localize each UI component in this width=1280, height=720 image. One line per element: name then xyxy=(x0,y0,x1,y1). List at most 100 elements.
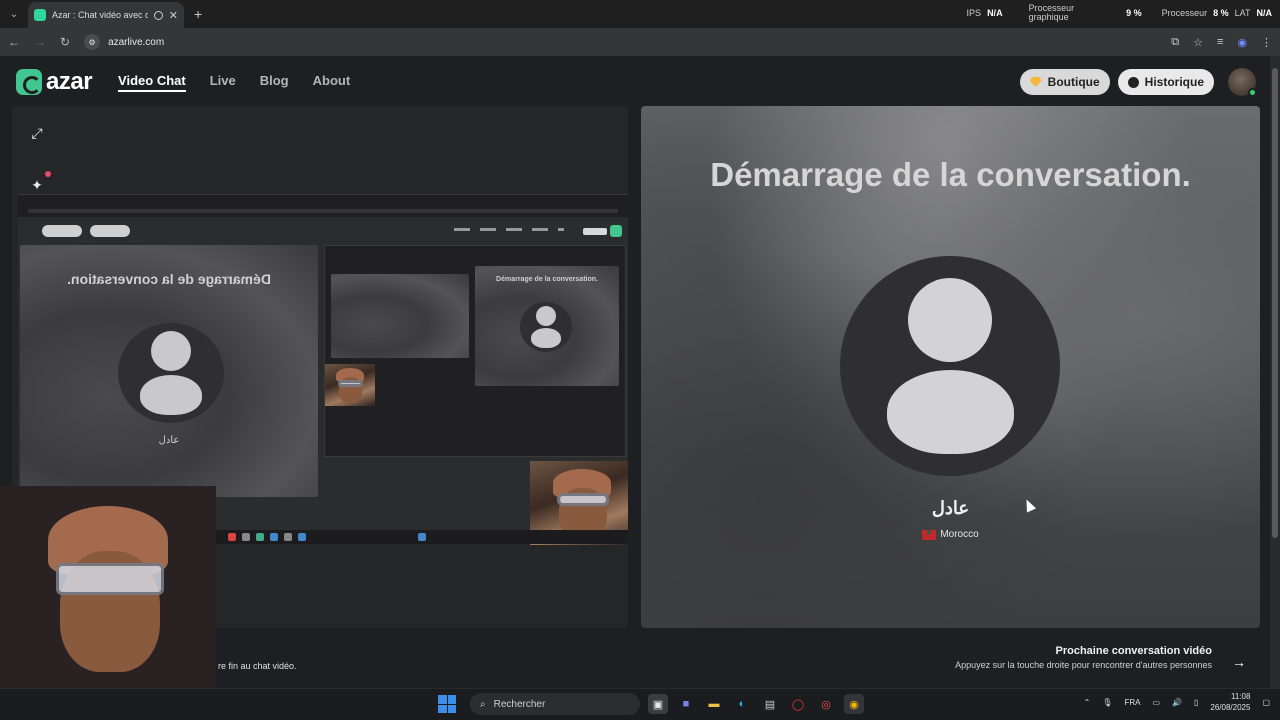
reload-icon[interactable]: ↻ xyxy=(60,35,70,49)
mirrored-nav xyxy=(18,223,628,241)
edge-icon[interactable]: ◐ xyxy=(732,694,752,714)
recording-icon xyxy=(153,10,163,20)
user-avatar[interactable] xyxy=(1228,68,1257,97)
nav-live[interactable]: Live xyxy=(210,73,236,92)
next-arrow-button[interactable]: → xyxy=(1226,649,1252,675)
mirrored-title: Démarrage de la conversation. xyxy=(67,271,271,287)
nav-video-chat[interactable]: Video Chat xyxy=(118,73,186,92)
browser-tab[interactable]: Azar : Chat vidéo avec de n ✕ xyxy=(28,2,184,28)
azar-logo[interactable]: azar xyxy=(16,68,93,96)
tab-search-icon[interactable]: ⌄ xyxy=(0,0,28,28)
mirrored-peer-card: Démarrage de la conversation. عادل xyxy=(20,245,318,497)
notifications-icon[interactable]: ▢ xyxy=(1262,698,1270,707)
end-chat-hint: re fin au chat vidéo. xyxy=(218,661,297,671)
system-clock[interactable]: 11:08 26/08/2025 xyxy=(1210,691,1250,713)
peer-name: عادل xyxy=(931,498,970,518)
nested-screen: Démarrage de la conversation. xyxy=(324,245,626,457)
language-indicator[interactable]: FRA xyxy=(1124,698,1140,707)
nested-avatar xyxy=(520,302,572,352)
taskbar-search[interactable]: ⌕ Rechercher xyxy=(470,693,640,715)
opera-gx-icon[interactable]: ◎ xyxy=(816,694,836,714)
volume-icon[interactable]: 🔊 xyxy=(1172,698,1182,707)
microphone-icon[interactable]: 🎙 xyxy=(1102,698,1112,707)
top-nav: azar Video Chat Live Blog About Boutique… xyxy=(16,68,1257,97)
forward-icon[interactable]: → xyxy=(34,35,46,49)
next-conversation-info: Prochaine conversation vidéo Appuyez sur… xyxy=(955,645,1212,670)
new-tab-icon[interactable]: + xyxy=(194,6,202,22)
battery-icon[interactable]: ▯ xyxy=(1194,698,1198,707)
peer-video-panel: Démarrage de la conversation. عادل Moroc… xyxy=(641,106,1260,628)
historique-button[interactable]: Historique xyxy=(1117,69,1214,95)
clock-time: 11:08 xyxy=(1231,692,1251,701)
network-icon[interactable]: ▭ xyxy=(1152,698,1160,707)
ips-value: N/A xyxy=(987,8,1003,18)
address-bar: ← → ↻ ⚙ azarlive.com ⧉ ☆ ≡ ◉ ⋮ xyxy=(0,28,1280,56)
close-tab-icon[interactable]: ✕ xyxy=(169,9,178,22)
next-conversation-title: Prochaine conversation vidéo xyxy=(1055,645,1213,657)
mirrored-history-pill xyxy=(42,225,82,237)
nav-blog[interactable]: Blog xyxy=(260,73,289,92)
chrome-icon[interactable]: ◉ xyxy=(844,694,864,714)
expand-icon[interactable]: ⤢ xyxy=(28,124,46,142)
cpu-value: 8 % xyxy=(1213,8,1229,18)
page-scrollbar[interactable] xyxy=(1270,56,1280,688)
online-status-dot xyxy=(1248,88,1257,97)
peer-location: Morocco xyxy=(641,528,1260,540)
store-icon[interactable]: ▤ xyxy=(760,694,780,714)
nested-peer-card: Démarrage de la conversation. xyxy=(475,266,619,386)
nested-self-card xyxy=(331,274,469,358)
nested-webcam xyxy=(325,364,375,406)
historique-label: Historique xyxy=(1144,75,1204,89)
boutique-button[interactable]: Boutique xyxy=(1019,69,1110,95)
performance-overlay: IPS N/A Processeur graphique 9 % Processe… xyxy=(967,4,1272,22)
mirrored-name: عادل xyxy=(158,435,180,446)
morocco-flag-icon xyxy=(922,528,937,540)
extension-icon[interactable]: ◉ xyxy=(1237,36,1247,49)
teams-icon[interactable]: ■ xyxy=(676,694,696,714)
mirrored-links xyxy=(454,228,564,231)
gem-icon xyxy=(1029,77,1042,87)
mirrored-logo xyxy=(580,225,622,237)
azar-favicon-icon xyxy=(34,9,46,21)
file-explorer-icon[interactable]: ▬ xyxy=(704,694,724,714)
conversation-status-title: Démarrage de la conversation. xyxy=(710,156,1191,193)
site-info-icon[interactable]: ⚙ xyxy=(84,34,101,50)
mirrored-boutique-pill xyxy=(90,225,130,237)
opera-icon[interactable]: ◯ xyxy=(788,694,808,714)
media-controls-icon[interactable]: ≡ xyxy=(1217,36,1223,49)
cpu-label: Processeur xyxy=(1161,8,1208,18)
mirrored-browser-chrome xyxy=(18,195,628,217)
next-conversation-subtitle: Appuyez sur la touche droite pour rencon… xyxy=(955,660,1212,670)
taskbar-search-placeholder: Rechercher xyxy=(493,698,546,710)
ips-label: IPS xyxy=(966,8,982,18)
tab-title: Azar : Chat vidéo avec de n xyxy=(52,10,148,20)
task-view-icon[interactable]: ▣ xyxy=(648,694,668,714)
streamer-webcam-overlay xyxy=(0,486,216,688)
nav-links: Video Chat Live Blog About xyxy=(118,73,350,92)
browser-menu-icon[interactable]: ⋮ xyxy=(1261,36,1272,49)
windows-taskbar: ⌕ Rechercher ▣ ■ ▬ ◐ ▤ ◯ ◎ ◉ ⌃ 🎙 FRA ▭ 🔊… xyxy=(0,688,1280,720)
back-icon[interactable]: ← xyxy=(8,35,20,49)
logo-text: azar xyxy=(46,68,93,95)
browser-tab-bar: ⌄ Azar : Chat vidéo avec de n ✕ + IPS N/… xyxy=(0,0,1280,28)
mirrored-avatar xyxy=(118,323,224,423)
nav-about[interactable]: About xyxy=(313,73,351,92)
search-icon: ⌕ xyxy=(480,698,486,710)
history-clock-icon xyxy=(1127,76,1139,88)
lat-label: LAT xyxy=(1234,8,1251,18)
lat-value: N/A xyxy=(1256,8,1273,18)
tray-chevron-icon[interactable]: ⌃ xyxy=(1084,698,1091,707)
boutique-label: Boutique xyxy=(1047,75,1100,89)
bookmark-star-icon[interactable]: ☆ xyxy=(1193,36,1203,49)
gpu-label: Processeur graphique xyxy=(1028,3,1075,22)
gpu-value: 9 % xyxy=(1126,8,1142,18)
nested-title: Démarrage de la conversation. xyxy=(496,276,598,283)
install-app-icon[interactable]: ⧉ xyxy=(1171,36,1179,49)
url-field[interactable]: ⚙ azarlive.com xyxy=(84,34,164,50)
url-text: azarlive.com xyxy=(108,36,165,48)
peer-country: Morocco xyxy=(940,529,979,540)
clock-date: 26/08/2025 xyxy=(1210,703,1251,712)
azar-logo-icon xyxy=(16,69,42,95)
windows-start-icon[interactable] xyxy=(438,695,456,713)
effects-sparkle-icon[interactable]: ✦ xyxy=(28,171,51,194)
